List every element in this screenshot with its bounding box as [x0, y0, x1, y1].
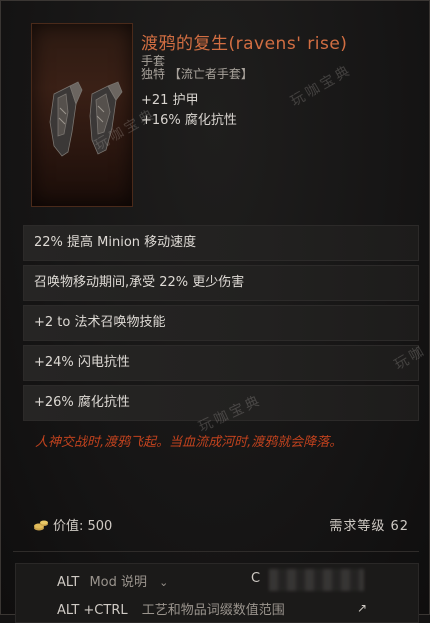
ctrl-hint-key: C	[251, 571, 261, 586]
mod-hint-label: Mod 说明	[89, 575, 147, 590]
craft-hint-label: 工艺和物品词缀数值范围	[141, 603, 285, 618]
value-label: 价值: 500	[53, 519, 113, 534]
mod-hint-key: ALT	[57, 575, 80, 590]
item-name: 渡鸦的复生(ravens' rise)	[141, 34, 348, 54]
lore-text: 人神交战时,渡鸦飞起。当血流成河时,渡鸦就会降落。	[35, 435, 343, 450]
level-requirement: 需求等级 62	[329, 519, 409, 534]
affix-lightning-resist: +24% 闪电抗性	[23, 345, 419, 381]
gloves-icon	[49, 81, 123, 157]
craft-hint-key: ALT +CTRL	[57, 603, 128, 618]
coin-stack-icon	[33, 518, 49, 536]
item-rarity: 独特 【流亡者手套】	[141, 67, 253, 81]
chevron-down-icon: ⌄	[159, 576, 169, 589]
item-art	[31, 23, 133, 207]
craft-hint[interactable]: ALT +CTRL 工艺和物品词缀数值范围	[57, 599, 285, 618]
censored-area	[269, 569, 364, 591]
item-tooltip: 渡鸦的复生(ravens' rise) 手套 独特 【流亡者手套】 +21 护甲…	[0, 0, 430, 623]
affix-summon-skills: +2 to 法术召唤物技能	[23, 305, 419, 341]
affix-minion-damage-taken: 召唤物移动期间,承受 22% 更少伤害	[23, 265, 419, 301]
affix-list: 22% 提高 Minion 移动速度 召唤物移动期间,承受 22% 更少伤害 +…	[23, 225, 419, 425]
arrow-icon: ↗	[357, 601, 368, 615]
affix-minion-speed: 22% 提高 Minion 移动速度	[23, 225, 419, 261]
footer-divider	[13, 551, 419, 552]
item-value: 价值: 500	[33, 515, 112, 536]
item-header: 渡鸦的复生(ravens' rise) 手套 独特 【流亡者手套】 +21 护甲…	[1, 1, 430, 219]
mod-hint[interactable]: ALT Mod 说明 ⌄	[57, 571, 168, 590]
